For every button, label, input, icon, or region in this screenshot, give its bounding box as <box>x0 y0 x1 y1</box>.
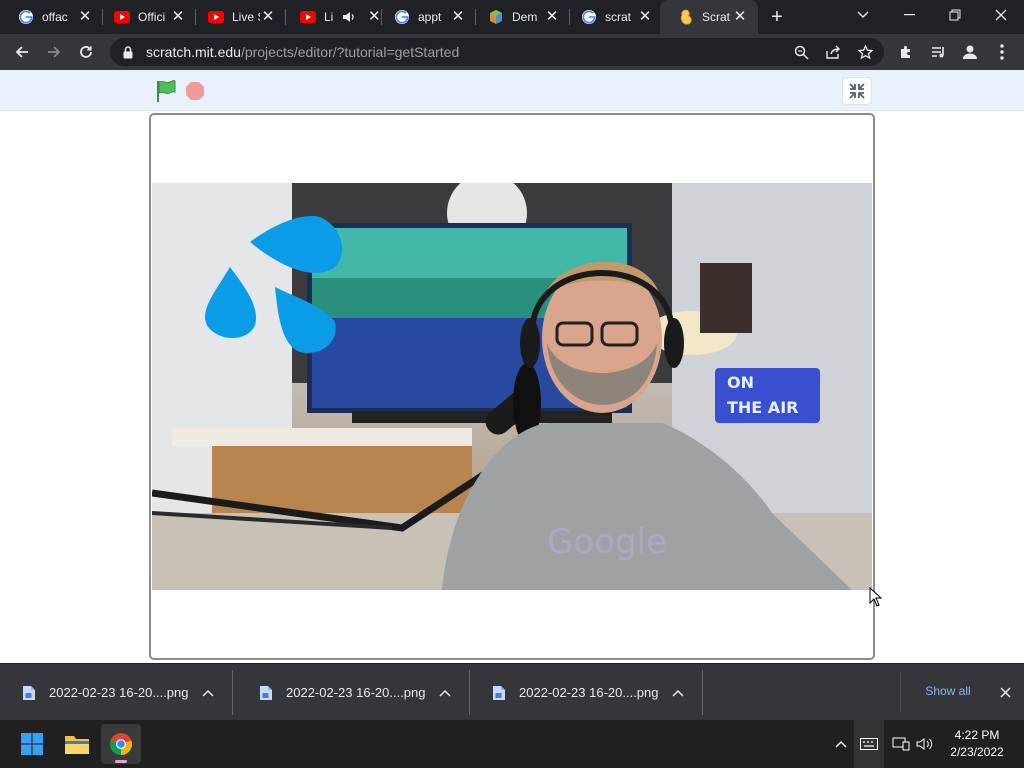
close-downloads-shelf-button[interactable] <box>994 681 1016 703</box>
tab-1[interactable]: offac ✕ <box>0 0 103 34</box>
stop-button[interactable] <box>185 81 205 101</box>
zoom-icon[interactable] <box>790 42 812 62</box>
download-item[interactable]: 2022-02-23 16-20....png <box>0 664 233 721</box>
youtube-icon <box>208 9 224 25</box>
tab-7[interactable]: scrat ✕ <box>563 0 663 34</box>
google-icon <box>18 9 34 25</box>
svg-text:Google: Google <box>547 522 667 562</box>
download-filename: 2022-02-23 16-20....png <box>49 685 189 700</box>
youtube-icon <box>114 9 130 25</box>
new-tab-button[interactable]: + <box>766 6 788 28</box>
tab-close-icon[interactable]: ✕ <box>544 9 560 25</box>
file-icon <box>23 685 35 700</box>
mouse-cursor-icon <box>869 587 883 607</box>
youtube-icon <box>300 9 316 25</box>
clock-time: 4:22 PM <box>954 728 1000 742</box>
chevron-up-icon[interactable] <box>670 689 686 697</box>
tab-close-icon[interactable]: ✕ <box>77 9 93 25</box>
chevron-up-icon <box>835 741 847 748</box>
folder-icon <box>65 736 89 754</box>
touch-keyboard-button[interactable] <box>854 720 884 768</box>
file-icon <box>260 685 272 700</box>
show-all-downloads-button[interactable]: Show all <box>912 676 984 706</box>
forward-button[interactable] <box>40 38 68 66</box>
tab-title: scrat <box>605 10 632 24</box>
profile-avatar-icon[interactable] <box>956 38 984 66</box>
reload-button[interactable] <box>72 38 100 66</box>
tab-title: Dem <box>512 10 538 24</box>
tab-close-icon[interactable]: ✕ <box>450 9 466 25</box>
tab-scratch-active[interactable]: Scrat ✕ <box>660 0 758 34</box>
file-explorer-button[interactable] <box>57 724 97 764</box>
back-button[interactable] <box>8 38 36 66</box>
chrome-taskbar-button[interactable] <box>101 724 141 764</box>
extensions-icon[interactable] <box>892 38 920 66</box>
clock-date: 2/23/2022 <box>950 745 1004 759</box>
exit-fullscreen-button[interactable] <box>842 77 872 105</box>
google-icon <box>394 9 410 25</box>
tab-2[interactable]: Offici ✕ <box>96 0 196 34</box>
close-window-button[interactable] <box>978 0 1024 30</box>
download-filename: 2022-02-23 16-20....png <box>519 685 659 700</box>
blue-sprite[interactable] <box>200 207 350 357</box>
start-button[interactable] <box>12 724 52 764</box>
google-icon <box>581 9 597 25</box>
address-bar[interactable]: scratch.mit.edu/projects/editor/?tutoria… <box>110 38 884 66</box>
file-icon <box>493 685 505 700</box>
tab-title: Offici <box>138 10 166 24</box>
browser-toolbar: scratch.mit.edu/projects/editor/?tutoria… <box>0 34 1024 70</box>
media-controls-icon[interactable] <box>924 38 952 66</box>
share-icon[interactable] <box>822 42 844 62</box>
tab-search-button[interactable] <box>840 0 886 30</box>
tab-strip: offac ✕ Offici ✕ Live S ✕ Li ✕ appt <box>0 0 1024 34</box>
show-hidden-icons-button[interactable] <box>830 720 852 768</box>
url-path: /projects/editor/?tutorial=getStarted <box>240 44 460 60</box>
minimize-button[interactable] <box>886 0 932 30</box>
tab-close-icon[interactable]: ✕ <box>170 9 186 25</box>
shrink-icon <box>849 83 865 99</box>
green-flag-button[interactable] <box>154 79 178 103</box>
download-item[interactable]: 2022-02-23 16-20....png <box>237 664 470 721</box>
chevron-up-icon[interactable] <box>200 689 216 697</box>
keyboard-icon <box>860 738 878 750</box>
volume-icon[interactable] <box>914 720 936 768</box>
tab-close-icon[interactable]: ✕ <box>260 9 276 25</box>
speaker-icon[interactable] <box>342 11 356 23</box>
bookmark-star-icon[interactable] <box>854 42 876 62</box>
tab-title: offac <box>42 10 68 24</box>
download-filename: 2022-02-23 16-20....png <box>286 685 426 700</box>
svg-text:THE AIR: THE AIR <box>727 398 798 417</box>
url-text: scratch.mit.edu/projects/editor/?tutoria… <box>146 44 459 60</box>
url-host: scratch.mit.edu <box>146 44 241 60</box>
chevron-up-icon[interactable] <box>437 689 453 697</box>
tab-title: Li <box>324 10 334 24</box>
tab-5[interactable]: appt ✕ <box>376 0 476 34</box>
download-item[interactable]: 2022-02-23 16-20....png <box>470 664 703 721</box>
close-icon <box>999 686 1011 698</box>
tab-close-icon[interactable]: ✕ <box>637 9 653 25</box>
windows-logo-icon <box>21 733 43 755</box>
tab-3[interactable]: Live S ✕ <box>190 0 286 34</box>
webcam-video-feed: ON THE AIR Google <box>152 183 872 590</box>
cube-icon <box>488 9 504 25</box>
restore-button[interactable] <box>932 0 978 30</box>
scratch-icon <box>678 9 694 25</box>
tab-title: Scrat <box>702 10 731 24</box>
downloads-shelf: 2022-02-23 16-20....png 2022-02-23 16-20… <box>0 663 1024 720</box>
svg-text:ON: ON <box>727 373 754 392</box>
menu-kebab-icon[interactable] <box>988 38 1016 66</box>
tab-6[interactable]: Dem ✕ <box>470 0 570 34</box>
tab-title: appt <box>418 10 442 24</box>
system-clock[interactable]: 4:22 PM 2/23/2022 <box>936 727 1018 761</box>
scratch-stage[interactable]: ON THE AIR Google <box>149 113 875 660</box>
tab-close-icon[interactable]: ✕ <box>732 9 748 25</box>
lock-icon[interactable] <box>120 45 136 59</box>
tab-4[interactable]: Li ✕ <box>282 0 382 34</box>
tab-title: Live S <box>232 10 260 24</box>
chrome-icon <box>109 733 133 756</box>
network-icon[interactable] <box>890 720 912 768</box>
